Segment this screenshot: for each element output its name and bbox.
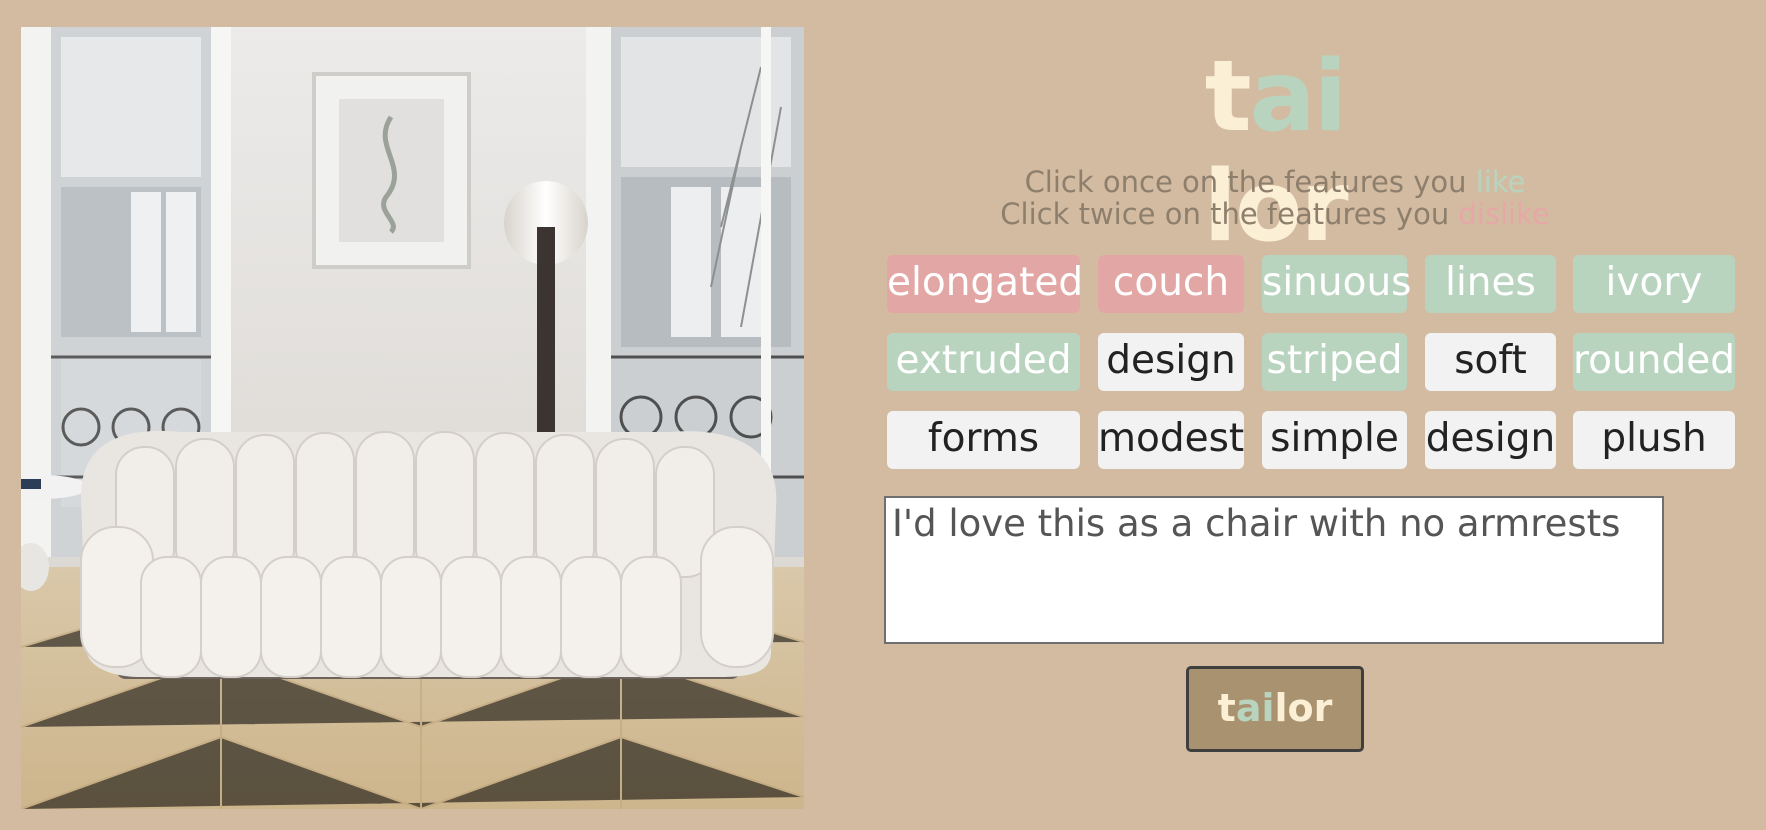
feature-chip-design[interactable]: design (1425, 411, 1556, 469)
feature-chip-ivory[interactable]: ivory (1573, 255, 1735, 313)
feature-chip-extruded[interactable]: extruded (887, 333, 1080, 391)
feature-chip-soft[interactable]: soft (1425, 333, 1556, 391)
feature-chip-elongated[interactable]: elongated (887, 255, 1083, 313)
instruction-like-prefix: Click once on the features you (1024, 165, 1476, 199)
logo-part-1: t (1204, 40, 1252, 154)
tailor-button[interactable]: tailor (1186, 666, 1364, 752)
instruction-dislike-prefix: Click twice on the features you (1000, 197, 1459, 231)
tailor-button-part-1: t (1217, 686, 1236, 730)
feature-chip-design[interactable]: design (1098, 333, 1244, 391)
tailor-button-part-2: ai (1235, 686, 1275, 730)
feature-chip-plush[interactable]: plush (1573, 411, 1735, 469)
feature-chip-couch[interactable]: couch (1098, 255, 1244, 313)
instruction-like-word: like (1475, 165, 1526, 199)
logo-part-2: ai (1249, 40, 1348, 154)
feature-chip-rounded[interactable]: rounded (1573, 333, 1735, 391)
feature-chip-sinuous[interactable]: sinuous (1262, 255, 1412, 313)
feature-chip-lines[interactable]: lines (1425, 255, 1556, 313)
product-photo (21, 27, 804, 809)
feature-chip-simple[interactable]: simple (1262, 411, 1407, 469)
instruction-dislike: Click twice on the features you dislike (900, 198, 1650, 230)
note-textarea[interactable]: I'd love this as a chair with no armrest… (884, 496, 1664, 644)
instruction-dislike-word: dislike (1458, 197, 1550, 231)
feature-chip-striped[interactable]: striped (1262, 333, 1407, 391)
tailor-button-part-3: lor (1274, 686, 1333, 730)
instruction-like: Click once on the features you like (900, 166, 1650, 198)
feature-chip-modest[interactable]: modest (1098, 411, 1244, 469)
feature-chip-forms[interactable]: forms (887, 411, 1080, 469)
